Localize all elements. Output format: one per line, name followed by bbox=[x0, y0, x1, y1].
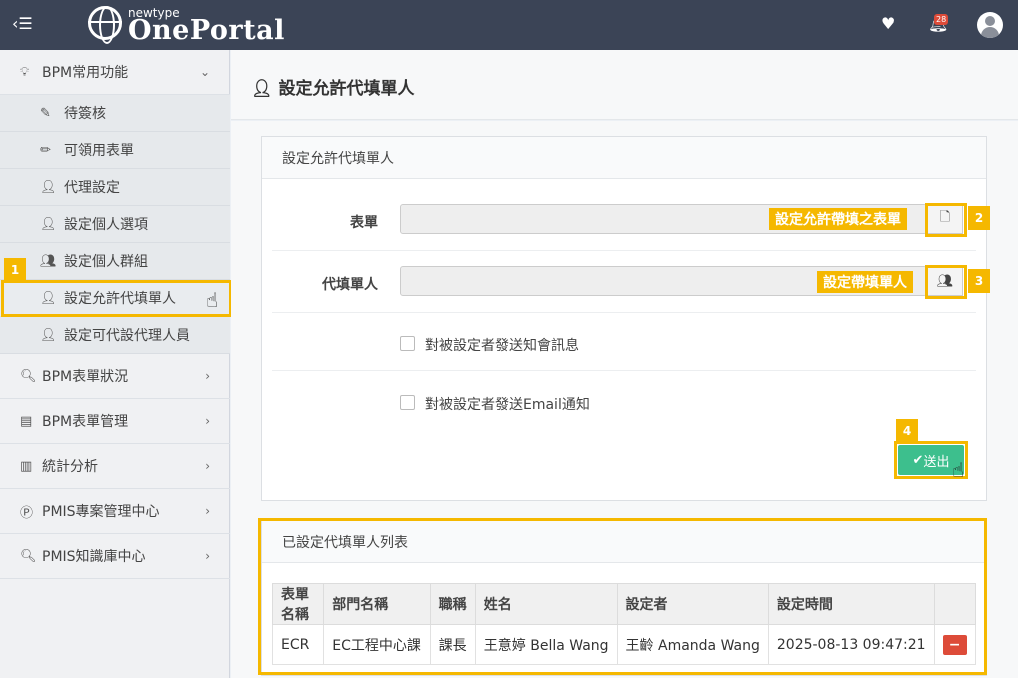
chevron-right-icon: › bbox=[205, 549, 210, 563]
filler-label: 代填單人 bbox=[322, 277, 378, 293]
p-circle-icon: Ⓟ bbox=[20, 505, 34, 521]
minus-icon: − bbox=[948, 636, 961, 653]
table-cell: − bbox=[933, 624, 977, 665]
search-icon: 🔍︎ bbox=[20, 368, 37, 384]
chevron-right-icon: › bbox=[205, 414, 210, 428]
users-icon: 👥︎ bbox=[40, 253, 57, 269]
email-label: 對被設定者發送Email通知 bbox=[425, 397, 590, 413]
column-header: 部門名稱 bbox=[323, 583, 431, 625]
column-header bbox=[933, 583, 977, 625]
sidebar-item-label: 可領用表單 bbox=[64, 143, 134, 159]
sidebar-item-label: 代理設定 bbox=[64, 180, 120, 196]
page-header: 👤︎ 設定允許代填單人 bbox=[231, 50, 1018, 120]
chevron-right-icon: › bbox=[205, 504, 210, 518]
sidebar-item-label: BPM表單狀況 bbox=[42, 369, 129, 385]
table-cell: 王齡 Amanda Wang bbox=[616, 624, 769, 665]
table-header-row: 表單名稱 部門名稱 職稱 姓名 設定者 設定時間 bbox=[271, 583, 977, 625]
heart-icon[interactable]: ♥ bbox=[881, 14, 895, 33]
callout-tip-2: 設定允許帶填之表單 bbox=[769, 208, 907, 230]
sidebar-item-proxy[interactable]: 👤︎ 代理設定 bbox=[0, 169, 230, 206]
delete-button[interactable]: − bbox=[942, 634, 967, 655]
pencil-icon: ✏ bbox=[40, 142, 51, 158]
chevron-right-icon: › bbox=[205, 459, 210, 473]
table-cell: EC工程中心課 bbox=[323, 624, 431, 665]
sidebar-item-statistics[interactable]: ▥ 統計分析 › bbox=[0, 444, 230, 489]
user-icon: 👤︎ bbox=[251, 79, 279, 99]
email-checkbox[interactable] bbox=[400, 395, 415, 410]
divider bbox=[272, 370, 976, 371]
user-plus-icon: 👤︎ bbox=[40, 179, 57, 195]
user-avatar[interactable] bbox=[977, 12, 1003, 38]
notify-label: 對被設定者發送知會訊息 bbox=[425, 338, 579, 354]
form-box: 設定允許代填單人 bbox=[261, 136, 987, 501]
globe-icon bbox=[88, 6, 122, 44]
sidebar-item-label: 設定個人選項 bbox=[64, 217, 148, 233]
user-icon: 👤︎ bbox=[40, 216, 57, 232]
bar-chart-icon: ▥ bbox=[20, 458, 33, 474]
page-title: 👤︎ 設定允許代填單人 bbox=[251, 79, 415, 99]
sidebar-item-bpm-status[interactable]: 🔍︎ BPM表單狀況 › bbox=[0, 354, 230, 399]
filler-table: 表單名稱 部門名稱 職稱 姓名 設定者 設定時間 ECR EC工程中心課 課長 … bbox=[271, 583, 977, 665]
divider bbox=[272, 250, 976, 251]
callout-highlight-1 bbox=[1, 280, 232, 317]
sidebar-item-personal-options[interactable]: 👤︎ 設定個人選項 bbox=[0, 206, 230, 243]
column-header: 表單名稱 bbox=[271, 583, 325, 625]
hand-cursor-icon: ☝ bbox=[952, 458, 965, 482]
sidebar-item-pending[interactable]: ✎ 待簽核 bbox=[0, 95, 230, 132]
callout-number-1: 1 bbox=[4, 258, 26, 282]
chevron-down-icon: ⌄ bbox=[199, 65, 210, 79]
notify-checkbox[interactable] bbox=[400, 336, 415, 351]
user-icon: 👤︎ bbox=[40, 327, 57, 343]
top-navbar: ‹☰ newtype OnePortal ♥ 🔔︎ 28 bbox=[0, 0, 1018, 50]
callout-number-2: 2 bbox=[968, 206, 990, 230]
callout-number-3: 3 bbox=[968, 269, 990, 293]
table-row: ECR EC工程中心課 課長 王意婷 Bella Wang 王齡 Amanda … bbox=[271, 624, 977, 665]
sidebar-item-proxy-setters[interactable]: 👤︎ 設定可代設代理人員 bbox=[0, 317, 230, 354]
notification-badge: 28 bbox=[934, 14, 949, 25]
table-cell: ECR bbox=[271, 624, 325, 665]
sidebar-item-forms[interactable]: ✏ 可領用表單 bbox=[0, 132, 230, 169]
table-cell: 2025-08-13 09:47:21 bbox=[767, 624, 935, 665]
edit-icon: ✎ bbox=[40, 105, 51, 121]
sidebar-item-pmis-project[interactable]: Ⓟ PMIS專案管理中心 › bbox=[0, 489, 230, 534]
sidebar-group-bpm-common[interactable]: 💡︎ BPM常用功能 ⌄ bbox=[0, 50, 230, 95]
sidebar-item-personal-groups[interactable]: 👥︎ 設定個人群組 bbox=[0, 243, 230, 280]
callout-highlight-2 bbox=[925, 203, 967, 237]
hand-cursor-icon: ☝ bbox=[206, 288, 219, 312]
sidebar-item-label: 待簽核 bbox=[64, 106, 106, 122]
column-header: 職稱 bbox=[429, 583, 476, 625]
sidebar-item-label: 設定可代設代理人員 bbox=[64, 328, 190, 344]
callout-highlight-3 bbox=[925, 265, 967, 299]
chevron-right-icon: › bbox=[205, 369, 210, 383]
search-icon: 🔍︎ bbox=[20, 548, 37, 564]
column-header: 設定者 bbox=[616, 583, 769, 625]
sidebar-group-label: BPM常用功能 bbox=[42, 65, 129, 81]
sidebar-item-label: 統計分析 bbox=[42, 459, 98, 475]
column-header: 姓名 bbox=[474, 583, 618, 625]
sidebar-item-label: PMIS知識庫中心 bbox=[42, 549, 146, 565]
check-icon: ✔ bbox=[912, 452, 924, 468]
sidebar: 💡︎ BPM常用功能 ⌄ ✎ 待簽核 ✏ 可領用表單 👤︎ 代理設定 👤︎ 設定… bbox=[0, 50, 230, 678]
lightbulb-icon: 💡︎ bbox=[20, 64, 30, 80]
sidebar-item-label: 設定個人群組 bbox=[64, 254, 148, 270]
form-box-title: 設定允許代填單人 bbox=[262, 137, 986, 179]
sidebar-item-bpm-manage[interactable]: ▤ BPM表單管理 › bbox=[0, 399, 230, 444]
table-cell: 王意婷 Bella Wang bbox=[474, 624, 618, 665]
sidebar-item-pmis-knowledge[interactable]: 🔍︎ PMIS知識庫中心 › bbox=[0, 534, 230, 579]
sidebar-item-label: PMIS專案管理中心 bbox=[42, 504, 160, 520]
form-label: 表單 bbox=[350, 215, 378, 231]
table-cell: 課長 bbox=[429, 624, 476, 665]
divider bbox=[272, 312, 976, 313]
callout-tip-3: 設定帶填單人 bbox=[817, 271, 913, 293]
callout-number-4: 4 bbox=[896, 419, 918, 443]
menu-toggle-icon[interactable]: ‹☰ bbox=[12, 14, 33, 33]
server-icon: ▤ bbox=[20, 413, 33, 429]
logo-text: OnePortal bbox=[128, 15, 285, 46]
column-header: 設定時間 bbox=[767, 583, 935, 625]
sidebar-item-label: BPM表單管理 bbox=[42, 414, 129, 430]
